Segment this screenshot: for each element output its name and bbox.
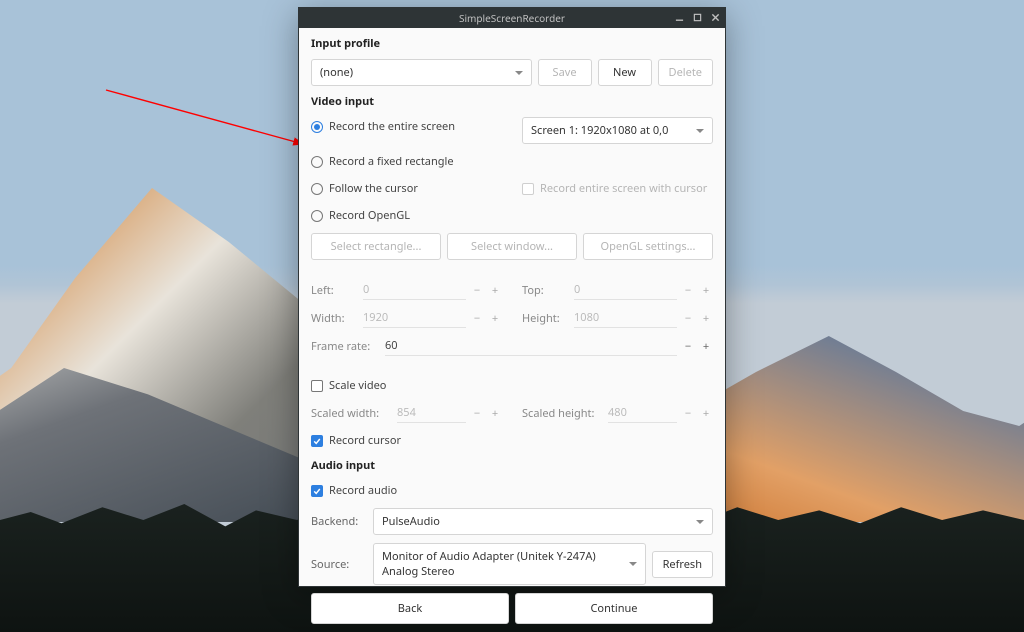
radio-dot-icon — [311, 210, 323, 222]
window-title: SimpleScreenRecorder — [459, 11, 565, 25]
radio-label: Record a fixed rectangle — [329, 154, 454, 169]
minus-icon[interactable]: − — [470, 311, 484, 326]
save-button[interactable]: Save — [538, 59, 592, 86]
check-label: Record cursor — [329, 433, 401, 448]
radio-dot-icon — [311, 121, 323, 133]
close-button[interactable] — [708, 10, 722, 24]
field-value[interactable]: 0 — [363, 280, 466, 300]
app-window: SimpleScreenRecorder Input profile (none… — [298, 7, 726, 587]
minus-icon[interactable]: − — [681, 339, 695, 354]
continue-button[interactable]: Continue — [515, 593, 713, 624]
section-header-video: Video input — [311, 94, 713, 109]
radio-dot-icon — [311, 156, 323, 168]
new-button[interactable]: New — [598, 59, 652, 86]
check-label: Record entire screen with cursor — [540, 181, 707, 196]
field-label: Height: — [522, 311, 570, 326]
titlebar[interactable]: SimpleScreenRecorder — [299, 8, 725, 28]
plus-icon[interactable]: + — [699, 283, 713, 298]
select-window-button: Select window... — [447, 233, 577, 260]
section-header-audio: Audio input — [311, 458, 713, 473]
opengl-settings-button: OpenGL settings... — [583, 233, 713, 260]
backend-value: PulseAudio — [382, 514, 440, 529]
radio-dot-icon — [311, 183, 323, 195]
minus-icon[interactable]: − — [681, 311, 695, 326]
delete-button[interactable]: Delete — [658, 59, 713, 86]
select-rectangle-button: Select rectangle... — [311, 233, 441, 260]
screen-select[interactable]: Screen 1: 1920x1080 at 0,0 — [522, 117, 713, 144]
radio-follow-cursor[interactable]: Follow the cursor — [311, 179, 502, 198]
radio-label: Follow the cursor — [329, 181, 418, 196]
chevron-down-icon — [629, 562, 637, 566]
plus-icon[interactable]: + — [488, 311, 502, 326]
field-label: Scaled width: — [311, 406, 393, 421]
minus-icon[interactable]: − — [470, 283, 484, 298]
field-value[interactable]: 0 — [574, 280, 677, 300]
field-label: Top: — [522, 283, 570, 298]
field-label: Scaled height: — [522, 406, 604, 421]
checkbox-icon — [522, 183, 534, 195]
top-field: Top: 0 − + — [522, 280, 713, 300]
minus-icon[interactable]: − — [681, 283, 695, 298]
check-label: Scale video — [329, 378, 386, 393]
field-value[interactable]: 854 — [397, 403, 466, 423]
width-field: Width: 1920 − + — [311, 308, 502, 328]
radio-opengl[interactable]: Record OpenGL — [311, 206, 713, 225]
radio-label: Record the entire screen — [329, 119, 455, 134]
minimize-button[interactable] — [672, 10, 686, 24]
check-scale-video[interactable]: Scale video — [311, 376, 713, 395]
maximize-button[interactable] — [690, 10, 704, 24]
checkbox-icon — [311, 380, 323, 392]
scaled-width-field: Scaled width: 854 − + — [311, 403, 502, 423]
source-select[interactable]: Monitor of Audio Adapter (Unitek Y-247A)… — [373, 543, 646, 585]
left-field: Left: 0 − + — [311, 280, 502, 300]
radio-fixed-rectangle[interactable]: Record a fixed rectangle — [311, 152, 713, 171]
frame-rate-field: Frame rate: 60 − + — [311, 336, 713, 356]
radio-label: Record OpenGL — [329, 208, 410, 223]
section-header-profile: Input profile — [311, 36, 713, 51]
plus-icon[interactable]: + — [699, 406, 713, 421]
check-label: Record audio — [329, 483, 397, 498]
check-entire-with-cursor: Record entire screen with cursor — [522, 179, 713, 198]
field-value[interactable]: 480 — [608, 403, 677, 423]
refresh-button[interactable]: Refresh — [652, 551, 713, 578]
back-button[interactable]: Back — [311, 593, 509, 624]
checkbox-icon — [311, 435, 323, 447]
check-record-audio[interactable]: Record audio — [311, 481, 713, 500]
chevron-down-icon — [696, 129, 704, 133]
field-label: Frame rate: — [311, 339, 381, 354]
plus-icon[interactable]: + — [699, 311, 713, 326]
check-record-cursor[interactable]: Record cursor — [311, 431, 713, 450]
plus-icon[interactable]: + — [699, 339, 713, 354]
source-value: Monitor of Audio Adapter (Unitek Y-247A)… — [382, 549, 629, 579]
backend-label: Backend: — [311, 514, 367, 529]
field-value[interactable]: 1080 — [574, 308, 677, 328]
field-value[interactable]: 1920 — [363, 308, 466, 328]
source-label: Source: — [311, 557, 367, 572]
height-field: Height: 1080 − + — [522, 308, 713, 328]
chevron-down-icon — [696, 520, 704, 524]
chevron-down-icon — [515, 71, 523, 75]
profile-select-value: (none) — [320, 65, 353, 80]
scaled-height-field: Scaled height: 480 − + — [522, 403, 713, 423]
field-value[interactable]: 60 — [385, 336, 677, 356]
profile-select[interactable]: (none) — [311, 59, 532, 86]
minus-icon[interactable]: − — [681, 406, 695, 421]
checkbox-icon — [311, 485, 323, 497]
field-label: Width: — [311, 311, 359, 326]
plus-icon[interactable]: + — [488, 406, 502, 421]
plus-icon[interactable]: + — [488, 283, 502, 298]
field-label: Left: — [311, 283, 359, 298]
backend-select[interactable]: PulseAudio — [373, 508, 713, 535]
minus-icon[interactable]: − — [470, 406, 484, 421]
radio-entire-screen[interactable]: Record the entire screen — [311, 117, 502, 136]
screen-select-value: Screen 1: 1920x1080 at 0,0 — [531, 123, 668, 138]
